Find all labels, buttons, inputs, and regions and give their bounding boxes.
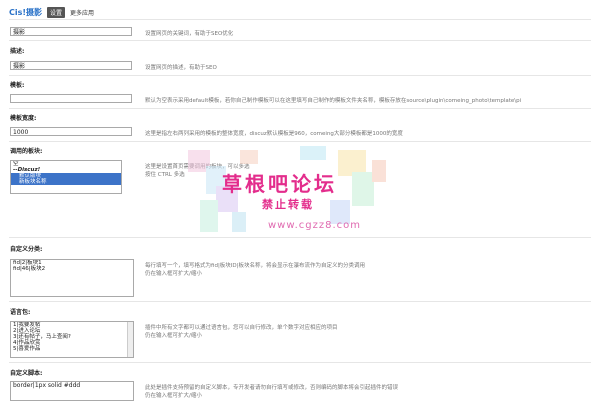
board-option[interactable]: 新板块名称 [11, 179, 121, 185]
watermark-subtitle: 禁止转载 [262, 198, 314, 211]
custom-category-textarea[interactable]: fid|2|板块1 fid|46|板块2 [10, 259, 134, 297]
plugin-header: Cis!摄影 设置 更多应用 [9, 6, 94, 18]
template-label: 模板: [10, 82, 25, 89]
board-multiselect[interactable]: 空 --Discuz! 默认版块 新板块名称 [10, 160, 122, 194]
custom-script-textarea[interactable]: border|1px solid #ddd [10, 381, 134, 401]
custom-script-hint: 此处是插件支持预留的自定义脚本，专开发者请勿自行填写或修改，否则编码的脚本将会引… [145, 385, 399, 391]
custom-script-hint-resize: 仍在输入框可扩大/缩小 [145, 393, 202, 399]
scrollbar[interactable] [127, 322, 133, 357]
lang-pack-textarea[interactable]: 1|我要发帖 2|进入论坛 3|还有帖子，马上查阅? 4|作品欣赏 5|喜爱作品 [10, 321, 134, 358]
lang-pack-hint: 插件中所有文字都可以通过语言包，您可以自行修改，单个数字对应相应的项目 [145, 325, 338, 331]
description-input[interactable]: 摄影 [10, 61, 132, 70]
watermark-url: www.cgzz8.com [268, 220, 362, 231]
lang-pack-hint-resize: 仍在输入框可扩大/缩小 [145, 333, 202, 339]
description-label: 描述: [10, 48, 25, 55]
divider [9, 237, 591, 238]
tab-settings[interactable]: 设置 [47, 6, 66, 18]
keywords-hint: 设置网页的关键词，有助于SEO优化 [145, 31, 234, 37]
template-hint: 默认为空表示采用default模板，若你自己制作模板可以在这里填写自己制作的模板… [145, 98, 522, 104]
custom-script-label: 自定义脚本: [10, 370, 43, 377]
width-input[interactable]: 1000 [10, 127, 132, 136]
custom-category-label: 自定义分类: [10, 246, 43, 253]
custom-category-hint-resize: 仍在输入框可扩大/缩小 [145, 271, 202, 277]
lang-pack-label: 语言包: [10, 309, 31, 316]
width-hint: 这里是指左右两列采用的模板的整体宽度，discuz默认模板是960，comein… [145, 131, 403, 137]
board-select-hint-ctrl: 按住 CTRL 多选 [145, 172, 185, 178]
divider [9, 75, 591, 76]
textarea-line: border|1px solid #ddd [13, 382, 81, 389]
description-hint: 设置网页的描述，有助于SEO [145, 65, 217, 71]
divider [9, 108, 591, 109]
template-input[interactable] [10, 94, 132, 103]
divider [9, 141, 591, 142]
board-select-label: 调用的板块: [10, 148, 43, 155]
tab-more-apps[interactable]: 更多应用 [70, 8, 94, 17]
divider [9, 301, 591, 302]
textarea-line: 5|喜爱作品 [13, 346, 41, 352]
width-label: 模板宽度: [10, 115, 37, 122]
textarea-line: fid|46|板块2 [13, 266, 46, 272]
keywords-input[interactable]: 摄影 [10, 27, 132, 36]
divider [9, 40, 591, 41]
divider [9, 362, 591, 363]
watermark-title: 草根吧论坛 [222, 172, 337, 196]
custom-category-hint: 每行填写一个，填写格式为fid|板块ID|板块名称，将会显示在瀑布流作为自定义的… [145, 263, 366, 269]
plugin-title: Cis!摄影 [9, 7, 43, 17]
divider [9, 19, 591, 20]
